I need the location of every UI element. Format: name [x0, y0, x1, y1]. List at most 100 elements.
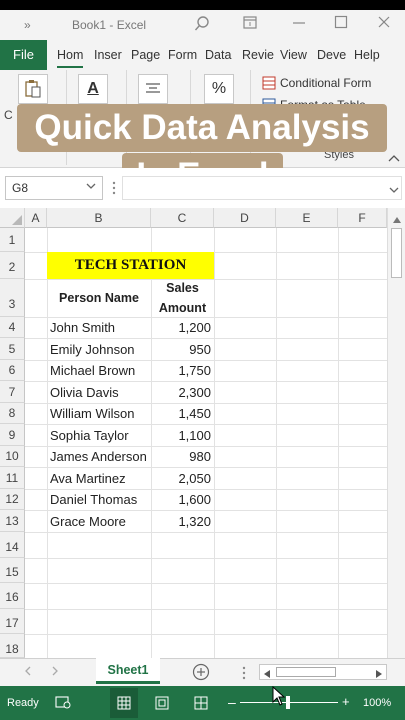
row-header[interactable]: 17: [0, 609, 25, 634]
add-sheet-icon[interactable]: [192, 663, 210, 684]
tab-data[interactable]: Data: [205, 48, 231, 62]
column-header-b[interactable]: B: [47, 208, 151, 228]
tab-help[interactable]: Help: [354, 48, 380, 62]
cell-person-name[interactable]: Ava Martinez: [50, 471, 126, 486]
horizontal-scrollbar[interactable]: [259, 664, 387, 680]
row-header[interactable]: 12: [0, 489, 25, 510]
cell-sales-amount[interactable]: 1,450: [151, 406, 211, 421]
tab-view[interactable]: View: [280, 48, 307, 62]
page-layout-icon[interactable]: [155, 696, 169, 713]
column-header-d[interactable]: D: [214, 208, 276, 228]
row-header[interactable]: 4: [0, 317, 25, 338]
scroll-left-icon[interactable]: [263, 668, 271, 682]
tab-developer[interactable]: Deve: [317, 48, 346, 62]
column-header-e[interactable]: E: [276, 208, 338, 228]
scroll-right-icon[interactable]: [375, 668, 383, 682]
column-header-f[interactable]: F: [338, 208, 387, 228]
chevron-down-icon[interactable]: [86, 180, 96, 194]
collapse-ribbon-icon[interactable]: [388, 150, 400, 168]
row-header[interactable]: 18: [0, 634, 25, 658]
formula-input[interactable]: [122, 176, 402, 200]
row-header[interactable]: 5: [0, 338, 25, 360]
title-cell[interactable]: TECH STATION: [47, 252, 214, 279]
row-header[interactable]: 10: [0, 446, 25, 467]
tab-formulas[interactable]: Form: [168, 48, 197, 62]
vertical-scroll-thumb[interactable]: [391, 228, 402, 278]
zoom-in-icon[interactable]: +: [342, 694, 350, 709]
sheet-tab-sheet1[interactable]: Sheet1: [96, 658, 160, 684]
row-header[interactable]: 1: [0, 228, 25, 252]
row-header[interactable]: 14: [0, 532, 25, 558]
cell-person-name[interactable]: William Wilson: [50, 406, 135, 421]
cell-person-name[interactable]: Olivia Davis: [50, 385, 119, 400]
row-header[interactable]: 13: [0, 510, 25, 532]
gridline: [25, 381, 387, 382]
row-header[interactable]: 15: [0, 558, 25, 583]
cell-person-name[interactable]: John Smith: [50, 320, 115, 335]
name-box[interactable]: G8: [5, 176, 103, 200]
tab-file[interactable]: File: [0, 40, 47, 70]
cell-sales-amount[interactable]: 950: [151, 342, 211, 357]
more-options-icon[interactable]: [112, 180, 116, 201]
cell-sales-amount[interactable]: 1,600: [151, 492, 211, 507]
cell-person-name[interactable]: Emily Johnson: [50, 342, 135, 357]
paste-icon[interactable]: [18, 74, 48, 104]
expand-formula-icon[interactable]: [389, 182, 399, 200]
tab-review[interactable]: Revie: [242, 48, 274, 62]
prev-sheet-icon[interactable]: [24, 665, 32, 680]
row-header[interactable]: 9: [0, 424, 25, 446]
row-header[interactable]: 2: [0, 252, 25, 279]
conditional-format-button[interactable]: Conditional Form: [280, 76, 371, 90]
worksheet-grid[interactable]: A B C D E F 1 2 3 4 5 6 7 8 9 10 11 12 1…: [0, 208, 405, 658]
row-header[interactable]: 3: [0, 279, 25, 317]
more-chevron[interactable]: »: [24, 18, 31, 32]
clipboard-group-label: C: [4, 108, 13, 122]
zoom-out-icon[interactable]: –: [228, 694, 236, 710]
cell-sales-amount[interactable]: 2,050: [151, 471, 211, 486]
row-header[interactable]: 16: [0, 583, 25, 609]
row-header[interactable]: 8: [0, 403, 25, 424]
cell-person-name[interactable]: James Anderson: [50, 449, 147, 464]
vertical-scrollbar[interactable]: [387, 208, 405, 658]
header-sales-line-2[interactable]: Amount: [151, 301, 214, 315]
header-sales-line-1[interactable]: Sales: [151, 281, 214, 295]
row-header[interactable]: 7: [0, 381, 25, 403]
tab-page-layout[interactable]: Page: [131, 48, 160, 62]
close-icon[interactable]: [377, 15, 391, 32]
cell-sales-amount[interactable]: 980: [151, 449, 211, 464]
minimize-icon[interactable]: [292, 15, 306, 32]
ribbon-display-icon[interactable]: [243, 16, 257, 33]
column-header-c[interactable]: C: [151, 208, 214, 228]
cell-person-name[interactable]: Michael Brown: [50, 363, 135, 378]
select-all-corner[interactable]: [0, 208, 25, 228]
gridline: [25, 489, 387, 490]
zoom-slider[interactable]: [240, 696, 338, 709]
align-icon[interactable]: [138, 74, 168, 104]
page-break-icon[interactable]: [194, 696, 208, 713]
tab-home[interactable]: Hom: [57, 48, 84, 68]
zoom-level[interactable]: 100%: [363, 697, 391, 709]
column-header-a[interactable]: A: [25, 208, 47, 228]
maximize-icon[interactable]: [334, 15, 348, 32]
cell-person-name[interactable]: Daniel Thomas: [50, 492, 137, 507]
cell-person-name[interactable]: Grace Moore: [50, 514, 126, 529]
macro-record-icon[interactable]: [55, 695, 71, 712]
header-person-name[interactable]: Person Name: [47, 279, 151, 317]
row-header[interactable]: 11: [0, 467, 25, 489]
tab-insert[interactable]: Inser: [94, 48, 122, 62]
cell-sales-amount[interactable]: 1,200: [151, 320, 211, 335]
cell-sales-amount[interactable]: 2,300: [151, 385, 211, 400]
horizontal-scroll-thumb[interactable]: [276, 667, 336, 677]
row-header[interactable]: 6: [0, 360, 25, 381]
font-color-button[interactable]: A: [78, 74, 108, 104]
search-icon[interactable]: [194, 15, 210, 36]
zoom-slider-thumb[interactable]: [286, 696, 290, 709]
cell-person-name[interactable]: Sophia Taylor: [50, 428, 129, 443]
cell-sales-amount[interactable]: 1,750: [151, 363, 211, 378]
cell-sales-amount[interactable]: 1,320: [151, 514, 211, 529]
normal-view-button[interactable]: [110, 688, 138, 718]
cell-sales-amount[interactable]: 1,100: [151, 428, 211, 443]
next-sheet-icon[interactable]: [51, 665, 59, 680]
percent-button[interactable]: %: [204, 74, 234, 104]
tab-split-icon[interactable]: [242, 666, 246, 683]
